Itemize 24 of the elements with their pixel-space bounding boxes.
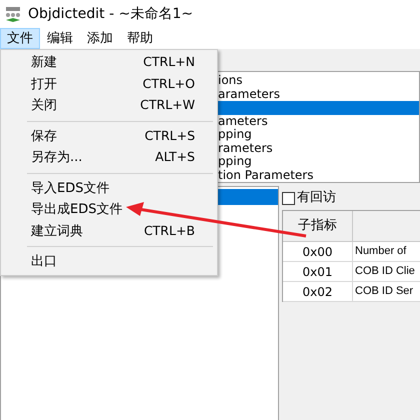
menu-item[interactable]: 出口 (1, 251, 217, 272)
table-cell: 0x00 (283, 242, 353, 262)
menu-item[interactable]: 导出成EDS文件 (1, 199, 217, 220)
window-title: Objdictedit - ~未命名1~ (28, 4, 193, 24)
table-cell: Number of (353, 242, 420, 262)
menu-item[interactable]: 建立词典 CTRL+B (1, 220, 217, 242)
column-header[interactable]: 子指标 (283, 211, 353, 242)
table-cell: 0x02 (283, 282, 353, 302)
menu-item[interactable]: 打开 CTRL+O (1, 74, 217, 95)
menu-item[interactable]: 保存 CTRL+S (1, 126, 217, 147)
table-cell: 0x01 (283, 262, 353, 282)
menu-item[interactable]: 编辑 (40, 28, 80, 49)
table-cell: COB ID Clie (353, 262, 420, 282)
menu-item[interactable]: 导入EDS文件 (1, 178, 217, 199)
menu-item[interactable]: 另存为... ALT+S (1, 147, 217, 168)
app-icon (4, 5, 22, 23)
menu-item[interactable]: 添加 (80, 28, 120, 49)
menu-item[interactable]: 文件 (0, 28, 40, 49)
menu-item[interactable]: 新建 CTRL+N (1, 52, 217, 74)
table-cell: COB ID Ser (353, 282, 420, 302)
menu-item[interactable]: 帮助 (120, 28, 160, 49)
checkbox[interactable] (282, 192, 295, 204)
checkbox-label: 有回访 (297, 189, 336, 208)
menu-item[interactable]: 关闭 CTRL+W (1, 95, 217, 116)
